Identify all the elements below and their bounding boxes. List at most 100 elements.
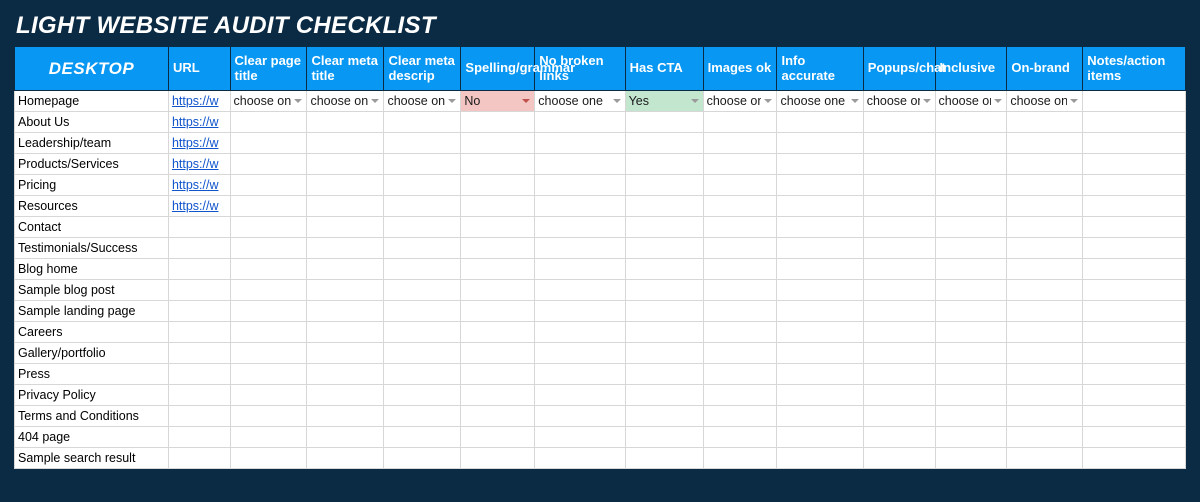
url-link[interactable]: https://w xyxy=(172,94,219,108)
dropdown[interactable]: choose one xyxy=(387,93,457,109)
page-name-cell[interactable]: Pricing xyxy=(15,175,169,196)
cell-has-cta[interactable] xyxy=(625,154,703,175)
cell-on-brand[interactable] xyxy=(1007,406,1083,427)
cell-clear-meta-title[interactable] xyxy=(307,175,384,196)
url-cell[interactable] xyxy=(168,322,230,343)
url-cell[interactable] xyxy=(168,217,230,238)
cell-images-ok[interactable] xyxy=(703,280,777,301)
cell-spelling-grammar[interactable] xyxy=(461,385,535,406)
cell-popups-chat[interactable] xyxy=(863,448,935,469)
cell-images-ok[interactable] xyxy=(703,364,777,385)
cell-no-broken-links[interactable] xyxy=(535,364,625,385)
cell-images-ok[interactable] xyxy=(703,322,777,343)
cell-images-ok[interactable] xyxy=(703,154,777,175)
cell-inclusive[interactable] xyxy=(935,406,1007,427)
cell-clear-meta-descrip[interactable] xyxy=(384,406,461,427)
cell-info-accurate[interactable] xyxy=(777,175,863,196)
cell-no-broken-links[interactable]: choose one xyxy=(535,91,625,112)
page-name-cell[interactable]: Sample search result xyxy=(15,448,169,469)
page-name-cell[interactable]: Testimonials/Success xyxy=(15,238,169,259)
cell-notes[interactable] xyxy=(1083,133,1186,154)
cell-inclusive[interactable] xyxy=(935,364,1007,385)
cell-info-accurate[interactable] xyxy=(777,343,863,364)
cell-spelling-grammar[interactable] xyxy=(461,322,535,343)
cell-popups-chat[interactable] xyxy=(863,280,935,301)
cell-notes[interactable] xyxy=(1083,217,1186,238)
url-cell[interactable] xyxy=(168,448,230,469)
cell-clear-page-title[interactable] xyxy=(230,343,307,364)
cell-popups-chat[interactable] xyxy=(863,238,935,259)
cell-images-ok[interactable] xyxy=(703,406,777,427)
cell-popups-chat[interactable] xyxy=(863,217,935,238)
cell-has-cta[interactable]: Yes xyxy=(625,91,703,112)
cell-on-brand[interactable] xyxy=(1007,154,1083,175)
cell-notes[interactable] xyxy=(1083,343,1186,364)
cell-spelling-grammar[interactable] xyxy=(461,238,535,259)
cell-images-ok[interactable] xyxy=(703,133,777,154)
cell-clear-meta-title[interactable] xyxy=(307,112,384,133)
cell-has-cta[interactable] xyxy=(625,259,703,280)
cell-inclusive[interactable] xyxy=(935,175,1007,196)
cell-no-broken-links[interactable] xyxy=(535,175,625,196)
cell-on-brand[interactable] xyxy=(1007,280,1083,301)
cell-inclusive[interactable] xyxy=(935,322,1007,343)
cell-info-accurate[interactable] xyxy=(777,259,863,280)
cell-on-brand[interactable] xyxy=(1007,448,1083,469)
cell-no-broken-links[interactable] xyxy=(535,448,625,469)
dropdown[interactable]: Yes xyxy=(629,93,700,109)
cell-popups-chat[interactable] xyxy=(863,112,935,133)
page-name-cell[interactable]: Careers xyxy=(15,322,169,343)
cell-spelling-grammar[interactable] xyxy=(461,301,535,322)
url-cell[interactable]: https://w xyxy=(168,154,230,175)
cell-popups-chat[interactable] xyxy=(863,175,935,196)
dropdown[interactable]: choose one xyxy=(1010,93,1079,109)
url-cell[interactable]: https://w xyxy=(168,91,230,112)
dropdown[interactable]: No xyxy=(464,93,531,109)
cell-clear-meta-descrip[interactable] xyxy=(384,112,461,133)
cell-no-broken-links[interactable] xyxy=(535,154,625,175)
cell-notes[interactable] xyxy=(1083,91,1186,112)
url-cell[interactable] xyxy=(168,385,230,406)
cell-notes[interactable] xyxy=(1083,259,1186,280)
cell-info-accurate[interactable]: choose one xyxy=(777,91,863,112)
cell-has-cta[interactable] xyxy=(625,301,703,322)
cell-clear-meta-title[interactable] xyxy=(307,217,384,238)
cell-info-accurate[interactable] xyxy=(777,154,863,175)
url-cell[interactable] xyxy=(168,427,230,448)
cell-info-accurate[interactable] xyxy=(777,133,863,154)
cell-popups-chat[interactable] xyxy=(863,196,935,217)
page-name-cell[interactable]: About Us xyxy=(15,112,169,133)
cell-popups-chat[interactable]: choose one xyxy=(863,91,935,112)
cell-info-accurate[interactable] xyxy=(777,112,863,133)
page-name-cell[interactable]: Sample blog post xyxy=(15,280,169,301)
cell-has-cta[interactable] xyxy=(625,448,703,469)
cell-has-cta[interactable] xyxy=(625,196,703,217)
cell-spelling-grammar[interactable] xyxy=(461,280,535,301)
cell-spelling-grammar[interactable] xyxy=(461,364,535,385)
cell-notes[interactable] xyxy=(1083,322,1186,343)
cell-clear-meta-title[interactable] xyxy=(307,280,384,301)
cell-clear-meta-descrip[interactable] xyxy=(384,217,461,238)
cell-clear-meta-descrip[interactable] xyxy=(384,196,461,217)
cell-info-accurate[interactable] xyxy=(777,322,863,343)
cell-no-broken-links[interactable] xyxy=(535,280,625,301)
url-cell[interactable]: https://w xyxy=(168,112,230,133)
cell-no-broken-links[interactable] xyxy=(535,196,625,217)
cell-on-brand[interactable] xyxy=(1007,175,1083,196)
cell-notes[interactable] xyxy=(1083,154,1186,175)
cell-clear-page-title[interactable] xyxy=(230,217,307,238)
cell-spelling-grammar[interactable] xyxy=(461,175,535,196)
dropdown[interactable]: choose one xyxy=(867,93,932,109)
cell-images-ok[interactable] xyxy=(703,196,777,217)
cell-on-brand[interactable]: choose one xyxy=(1007,91,1083,112)
page-name-cell[interactable]: Sample landing page xyxy=(15,301,169,322)
cell-clear-page-title[interactable]: choose one xyxy=(230,91,307,112)
cell-popups-chat[interactable] xyxy=(863,301,935,322)
cell-spelling-grammar[interactable] xyxy=(461,259,535,280)
cell-popups-chat[interactable] xyxy=(863,427,935,448)
cell-images-ok[interactable]: choose one xyxy=(703,91,777,112)
cell-inclusive[interactable] xyxy=(935,259,1007,280)
cell-images-ok[interactable] xyxy=(703,385,777,406)
cell-inclusive[interactable] xyxy=(935,280,1007,301)
url-link[interactable]: https://w xyxy=(172,115,219,129)
